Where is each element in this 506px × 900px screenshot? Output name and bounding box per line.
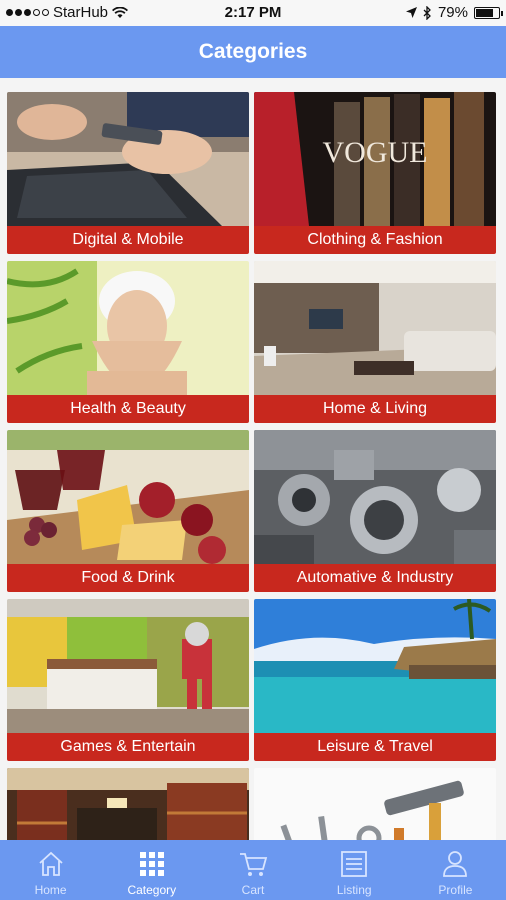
- location-arrow-icon: [405, 7, 417, 18]
- list-icon: [341, 851, 368, 877]
- category-tile-health-beauty[interactable]: Health & Beauty: [7, 261, 249, 423]
- category-tile-tools[interactable]: [254, 768, 496, 840]
- spa-face-photo: [7, 261, 249, 395]
- category-tile-automative-industry[interactable]: Automative & Industry: [254, 430, 496, 592]
- laptop-phone-photo: [7, 92, 249, 226]
- category-tile-digital-mobile[interactable]: Digital & Mobile: [7, 92, 249, 254]
- tab-label: Profile: [438, 883, 473, 897]
- vogue-runway-photo: VOGUE: [254, 92, 496, 226]
- page-title: Categories: [198, 40, 308, 63]
- bookshop-photo: [7, 768, 249, 840]
- category-label: Home & Living: [254, 395, 496, 423]
- tab-cart[interactable]: Cart: [202, 840, 303, 900]
- category-label: Food & Drink: [7, 564, 249, 592]
- category-tile-home-living[interactable]: Home & Living: [254, 261, 496, 423]
- tab-listing[interactable]: Listing: [304, 840, 405, 900]
- tools-photo: [254, 768, 496, 840]
- person-icon: [443, 851, 468, 877]
- category-label: Clothing & Fashion: [254, 226, 496, 254]
- bluetooth-icon: [423, 5, 431, 20]
- wine-cheese-photo: [7, 430, 249, 564]
- tab-label: Listing: [336, 883, 372, 897]
- battery-percent: 79%: [437, 4, 468, 21]
- app-header: Categories: [0, 26, 506, 78]
- living-room-photo: [254, 261, 496, 395]
- battery-icon: [474, 6, 503, 19]
- status-bar: StarHub 2:17 PM 79%: [0, 0, 506, 26]
- status-right: 79%: [405, 4, 503, 21]
- game-room-photo: [7, 599, 249, 733]
- bottom-tab-bar: Home Category Cart Listing Profile: [0, 840, 506, 900]
- svg-text:VOGUE: VOGUE: [323, 136, 428, 169]
- beach-resort-photo: [254, 599, 496, 733]
- engine-photo: [254, 430, 496, 564]
- tab-category[interactable]: Category: [101, 840, 202, 900]
- tab-label: Cart: [241, 883, 265, 897]
- grid-icon: [139, 852, 164, 876]
- tab-label: Home: [34, 883, 67, 897]
- category-grid: Digital & Mobile VOGUE Clothing & Fashio…: [0, 78, 506, 840]
- category-label: Leisure & Travel: [254, 733, 496, 761]
- category-tile-clothing-fashion[interactable]: VOGUE Clothing & Fashion: [254, 92, 496, 254]
- category-label: Health & Beauty: [7, 395, 249, 423]
- category-tile-books[interactable]: [7, 768, 249, 840]
- cart-icon: [240, 853, 268, 876]
- tab-home[interactable]: Home: [0, 840, 101, 900]
- home-icon: [38, 851, 63, 876]
- category-label: Games & Entertain: [7, 733, 249, 761]
- category-label: Automative & Industry: [254, 564, 496, 592]
- tab-label: Category: [127, 883, 177, 897]
- tab-profile[interactable]: Profile: [405, 840, 506, 900]
- category-tile-food-drink[interactable]: Food & Drink: [7, 430, 249, 592]
- category-tile-leisure-travel[interactable]: Leisure & Travel: [254, 599, 496, 761]
- category-tile-games-entertain[interactable]: Games & Entertain: [7, 599, 249, 761]
- category-label: Digital & Mobile: [7, 226, 249, 254]
